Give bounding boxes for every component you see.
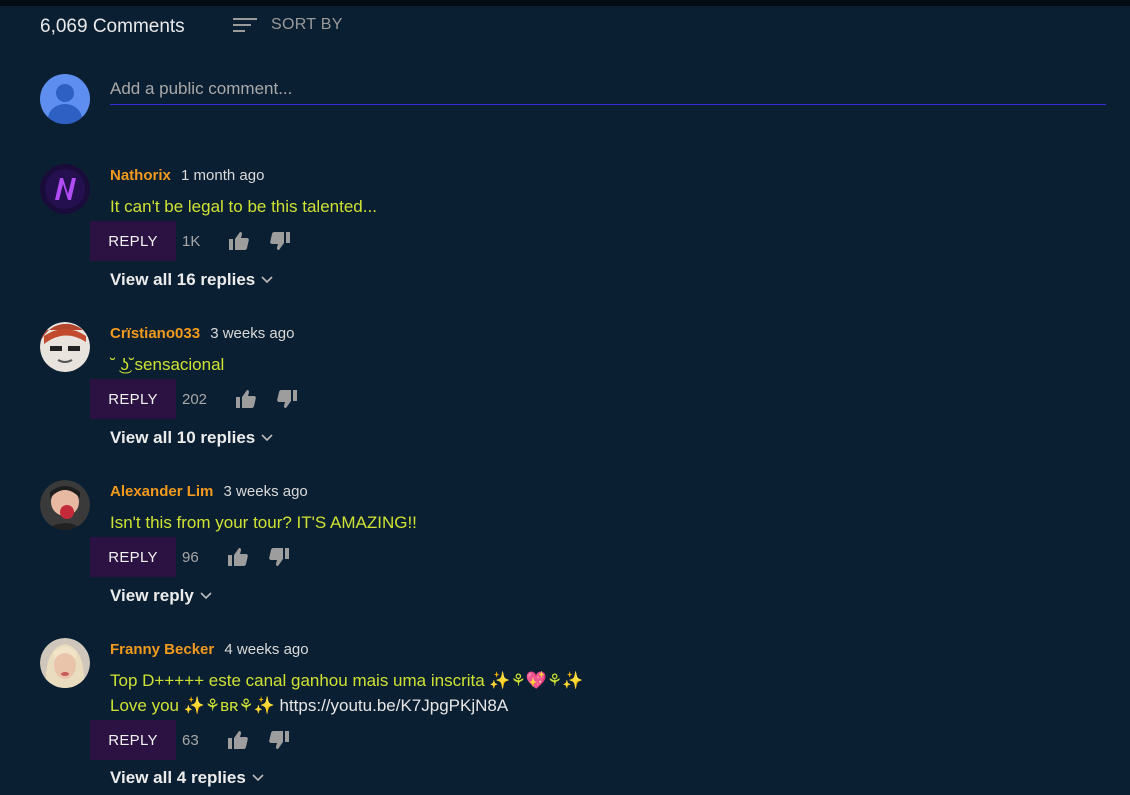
comment-text: Isn't this from your tour? IT'S AMAZING!… (110, 513, 417, 532)
add-comment-input[interactable] (110, 74, 1106, 105)
like-icon[interactable] (227, 546, 249, 568)
comment-time[interactable]: 3 weeks ago (210, 325, 294, 342)
sort-by-label: SORT BY (271, 16, 343, 33)
comment-text-segment: Love you ✨⚘ʙʀ⚘✨ (110, 696, 280, 715)
view-replies-label: View reply (110, 586, 194, 605)
comment-actions: REPLY 1K (90, 221, 291, 261)
view-replies-button[interactable]: View all 16 replies (110, 270, 273, 290)
view-replies-button[interactable]: View reply (110, 586, 212, 606)
view-replies-button[interactable]: View all 4 replies (110, 768, 264, 788)
comment-actions: REPLY 96 (90, 537, 290, 577)
avatar[interactable] (40, 164, 90, 214)
sort-icon (233, 15, 259, 35)
like-count: 202 (182, 390, 208, 408)
comment-time[interactable]: 1 month ago (181, 167, 264, 184)
view-replies-label: View all 16 replies (110, 270, 256, 289)
chevron-down-icon (200, 592, 212, 600)
avatar[interactable] (40, 480, 90, 530)
comment-text-line: Love you ✨⚘ʙʀ⚘✨ https://youtu.be/K7JpgPK… (110, 693, 583, 718)
comments-header: 6,069 Comments (40, 14, 185, 40)
comment-text: ˘ ͜ʖ˘sensacional (110, 355, 225, 374)
view-replies-label: View all 4 replies (110, 768, 246, 787)
dislike-icon[interactable] (269, 230, 291, 252)
like-icon[interactable] (228, 230, 250, 252)
comment-time[interactable]: 4 weeks ago (224, 641, 308, 658)
comment-text: It can't be legal to be this talented... (110, 197, 377, 216)
dislike-icon[interactable] (268, 546, 290, 568)
chevron-down-icon (261, 276, 273, 284)
comment-meta: Alexander Lim 3 weeks ago (110, 483, 308, 500)
dislike-icon[interactable] (276, 388, 298, 410)
reply-button[interactable]: REPLY (90, 720, 176, 760)
comment-actions: REPLY 63 (90, 720, 290, 760)
like-count: 96 (182, 548, 199, 566)
view-replies-label: View all 10 replies (110, 428, 256, 447)
comment-actions: REPLY 202 (90, 379, 298, 419)
top-border (0, 0, 1130, 6)
reply-button[interactable]: REPLY (90, 221, 176, 261)
like-count: 63 (182, 731, 199, 749)
comment-meta: Franny Becker 4 weeks ago (110, 641, 309, 658)
chevron-down-icon (252, 774, 264, 782)
comment-time[interactable]: 3 weeks ago (224, 483, 308, 500)
current-user-avatar (40, 74, 90, 124)
sort-by-button[interactable]: SORT BY (233, 14, 343, 36)
author-name[interactable]: Franny Becker (110, 641, 214, 658)
chevron-down-icon (261, 434, 273, 442)
comment-meta: Nathorix 1 month ago (110, 167, 264, 184)
avatar[interactable] (40, 322, 90, 372)
dislike-icon[interactable] (268, 729, 290, 751)
avatar[interactable] (40, 638, 90, 688)
like-icon[interactable] (235, 388, 257, 410)
author-name[interactable]: Alexander Lim (110, 483, 213, 500)
reply-button[interactable]: REPLY (90, 537, 176, 577)
comment-meta: Crïstiano033 3 weeks ago (110, 325, 294, 342)
reply-button[interactable]: REPLY (90, 379, 176, 419)
comment-text-line: Top D+++++ este canal ganhou mais uma in… (110, 671, 584, 690)
author-name[interactable]: Crïstiano033 (110, 325, 200, 342)
author-name[interactable]: Nathorix (110, 167, 171, 184)
comment-count: 6,069 Comments (40, 16, 185, 37)
view-replies-button[interactable]: View all 10 replies (110, 428, 273, 448)
comment-link[interactable]: https://youtu.be/K7JpgPKjN8A (280, 696, 509, 715)
like-icon[interactable] (227, 729, 249, 751)
like-count: 1K (182, 232, 201, 250)
comment-text: Top D+++++ este canal ganhou mais uma in… (110, 668, 583, 718)
